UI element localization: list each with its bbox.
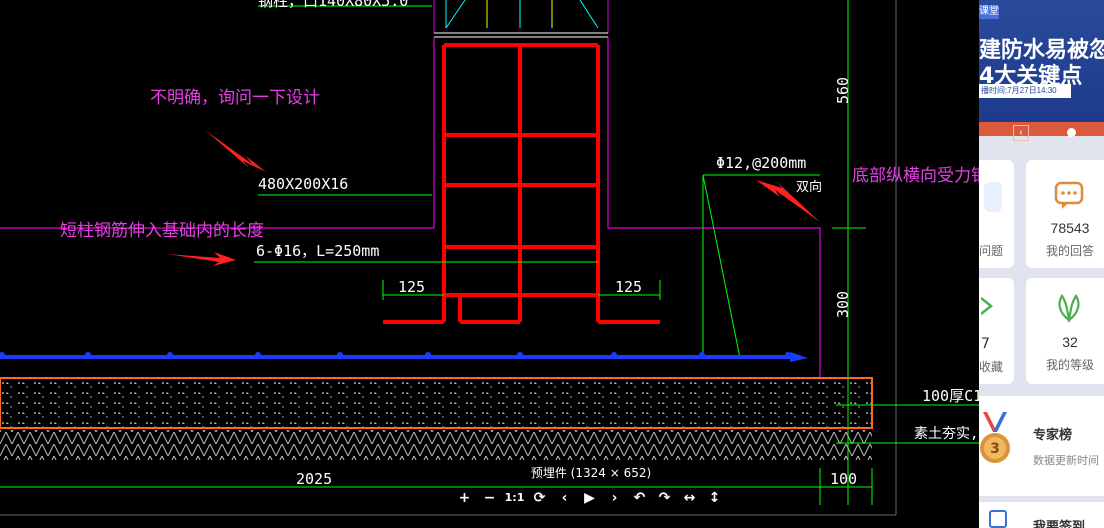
dim-300: 300 <box>834 291 852 318</box>
stat-label-answers: 我的回答 <box>1045 244 1094 258</box>
viewer-toolbar: 预埋件 (1324 × 652) + − 1:1 ⟳ ‹ ▶ › ↶ ↷ ↔ ↕ <box>446 460 736 516</box>
annotation-unclear: 不明确，询问一下设计 <box>150 88 320 108</box>
stat-label-favorites: 收藏 <box>979 360 1004 374</box>
image-viewer: 钢柱，口140X80X5.0 560 300 480X200X16 6-Φ16，… <box>0 0 979 528</box>
carousel-strip <box>979 122 1104 136</box>
rotate-right-button[interactable]: ↷ <box>652 488 677 508</box>
rebar-label: 6-Φ16，L=250mm <box>256 242 379 260</box>
dim-560: 560 <box>834 77 852 104</box>
annotation-rebar-length: 短柱钢筋伸入基础内的长度 <box>60 221 264 241</box>
prev-button[interactable]: ‹ <box>552 488 577 508</box>
dim-2025: 2025 <box>296 470 332 488</box>
banner-badge: 课堂 <box>979 5 999 19</box>
pedestal-outline-right <box>607 37 821 378</box>
promo-banner[interactable]: 课堂 建防水易被忽 4大关键点 播时间:7月27日14:30 <box>979 0 1104 128</box>
medal-rank: 3 <box>990 441 1000 457</box>
pedestal-outline-left <box>0 37 435 229</box>
banner-time: 播时间:7月27日14:30 <box>979 84 1071 98</box>
layer-1-label: 100厚C1 <box>922 387 979 405</box>
expert-ranking[interactable]: 3 专家榜 数据更新时间 <box>979 396 1104 496</box>
layer-2-label: 素土夯实,密 <box>914 425 979 442</box>
medal-icon: 3 <box>980 412 1010 463</box>
expert-subtitle: 数据更新时间 <box>1033 454 1099 467</box>
zoom-out-button[interactable]: − <box>477 488 502 508</box>
bottom-rebar-label: Φ12,@200mm <box>716 154 806 172</box>
play-button[interactable]: ▶ <box>577 488 602 508</box>
stat-card-questions[interactable]: 问题 <box>979 160 1014 268</box>
rotate-left-button[interactable]: ↶ <box>627 488 652 508</box>
column-label: 钢柱，口140X80X5.0 <box>258 0 408 10</box>
stat-value-answers: 78543 <box>1050 220 1090 236</box>
expert-title: 专家榜 <box>1033 428 1073 443</box>
concrete-slab <box>0 377 873 429</box>
flip-horizontal-button[interactable]: ↔ <box>677 488 702 508</box>
stat-card-favorites[interactable]: 7 收藏 <box>979 278 1014 384</box>
stat-value-favorites: 7 <box>981 336 990 352</box>
flip-vertical-button[interactable]: ↕ <box>702 488 727 508</box>
leaf-icon <box>1058 294 1080 322</box>
reset-button[interactable]: ⟳ <box>527 488 552 508</box>
column-top <box>433 0 609 38</box>
dim-125-left: 125 <box>398 278 425 296</box>
stat-card-answers[interactable]: 78543 我的回答 <box>1026 160 1104 268</box>
image-caption: 预埋件 (1324 × 652) <box>530 466 652 480</box>
annotation-bottom-rebar: 底部纵横向受力钢筋 <box>852 166 979 186</box>
carousel-dot[interactable] <box>1067 128 1076 137</box>
question-icon <box>984 182 1002 212</box>
bottom-rebar-dir: 双向 <box>796 179 822 195</box>
checkin-card[interactable]: 我要签到 <box>979 502 1104 528</box>
dim-125-right: 125 <box>615 278 642 296</box>
close-icon[interactable]: ‹ <box>1013 125 1029 141</box>
next-button[interactable]: › <box>602 488 627 508</box>
plate-label: 480X200X16 <box>258 175 348 193</box>
chat-icon <box>1054 181 1084 209</box>
side-panel: 课堂 建防水易被忽 4大关键点 播时间:7月27日14:30 ‹ 问题 7854… <box>979 0 1104 528</box>
stat-label-questions: 问题 <box>979 244 1004 258</box>
stat-value-level: 32 <box>1062 334 1078 350</box>
dim-100: 100 <box>830 470 857 488</box>
checkin-title: 我要签到 <box>1033 520 1086 528</box>
cad-drawing: 钢柱，口140X80X5.0 560 300 480X200X16 6-Φ16，… <box>0 0 979 516</box>
compacted-soil <box>0 430 872 460</box>
calendar-icon <box>989 510 1007 528</box>
zoom-in-button[interactable]: + <box>452 488 477 508</box>
actual-size-button[interactable]: 1:1 <box>502 488 527 508</box>
star-icon <box>981 297 994 315</box>
stat-label-level: 我的等级 <box>1045 358 1094 372</box>
stat-card-level[interactable]: 32 我的等级 <box>1026 278 1104 384</box>
